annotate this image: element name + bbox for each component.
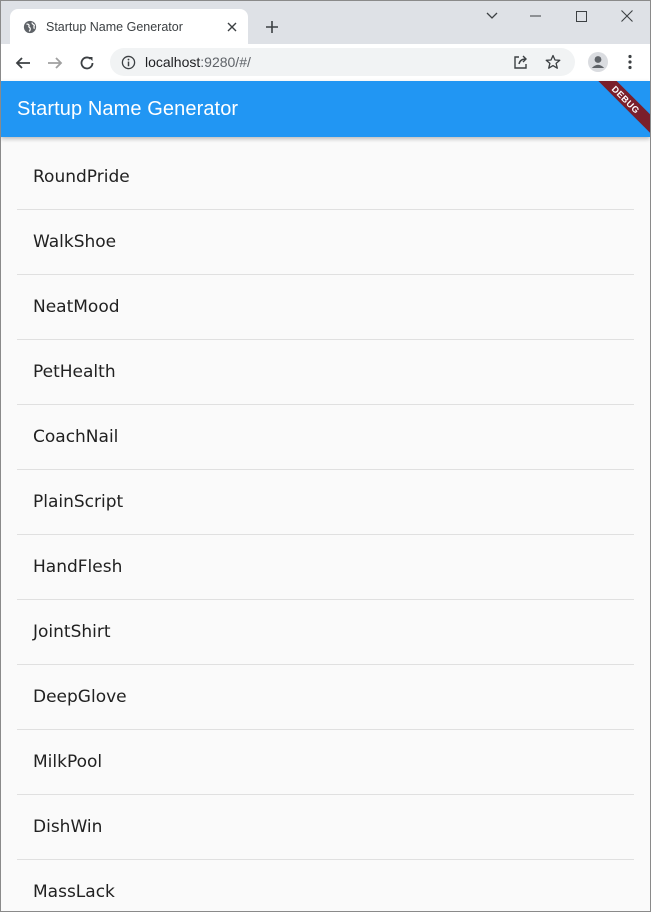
window-controls [472,1,650,33]
list-item[interactable]: PlainScript [1,470,650,534]
url-path: :9280/#/ [200,54,251,70]
maximize-icon[interactable] [558,1,604,31]
list-item[interactable]: DeepGlove [1,665,650,729]
list-item[interactable]: HandFlesh [1,535,650,599]
list-item-label: DishWin [33,817,103,837]
list-item-label: DeepGlove [33,687,127,707]
list-item[interactable]: PetHealth [1,340,650,404]
url-text: localhost:9280/#/ [145,54,251,70]
list-item[interactable]: MassLack [1,860,650,911]
list-item-label: WalkShoe [33,232,117,252]
list-item[interactable]: MilkPool [1,730,650,794]
browser-toolbar: localhost:9280/#/ [1,44,650,81]
site-info-icon[interactable] [120,54,136,70]
profile-avatar-icon[interactable] [583,47,613,77]
app-bar: Startup Name Generator DEBUG [1,81,650,137]
list-item[interactable]: RoundPride [1,145,650,209]
tab-strip: Startup Name Generator [1,1,650,44]
address-bar[interactable]: localhost:9280/#/ [110,48,575,76]
tab-search-icon[interactable] [472,1,512,31]
reload-icon[interactable] [71,47,103,79]
address-bar-actions [505,48,569,76]
browser-window: Startup Name Generator localhost:9280/#/… [0,0,651,912]
list-item-label: CoachNail [33,427,119,447]
startup-name-list: RoundPride WalkShoe NeatMood PetHealth C… [1,145,650,911]
browser-tab[interactable]: Startup Name Generator [10,9,248,44]
debug-banner-label: DEBUG [610,83,642,116]
list-item-label: MilkPool [33,752,103,772]
list-item[interactable]: NeatMood [1,275,650,339]
list-item-label: RoundPride [33,167,130,187]
bookmark-star-icon[interactable] [537,48,569,76]
close-tab-icon[interactable] [224,19,240,35]
debug-banner: DEBUG [586,81,650,137]
globe-icon [22,19,38,35]
url-host: localhost [145,54,201,70]
close-window-icon[interactable] [604,1,650,31]
list-item[interactable]: CoachNail [1,405,650,469]
forward-arrow-icon[interactable] [39,47,71,79]
minimize-icon[interactable] [512,1,558,31]
list-item-label: JointShirt [33,622,111,642]
list-item-label: MassLack [33,882,115,902]
list-item-label: HandFlesh [33,557,123,577]
more-menu-icon[interactable] [615,47,645,77]
list-item[interactable]: DishWin [1,795,650,859]
list-item-label: PetHealth [33,362,116,382]
list-item-label: NeatMood [33,297,120,317]
back-arrow-icon[interactable] [7,47,39,79]
list-item[interactable]: JointShirt [1,600,650,664]
list-item-label: PlainScript [33,492,124,512]
share-icon[interactable] [505,48,537,76]
list-item[interactable]: WalkShoe [1,210,650,274]
app-title: Startup Name Generator [17,97,239,120]
new-tab-button[interactable] [261,16,283,38]
tab-title: Startup Name Generator [46,19,183,34]
